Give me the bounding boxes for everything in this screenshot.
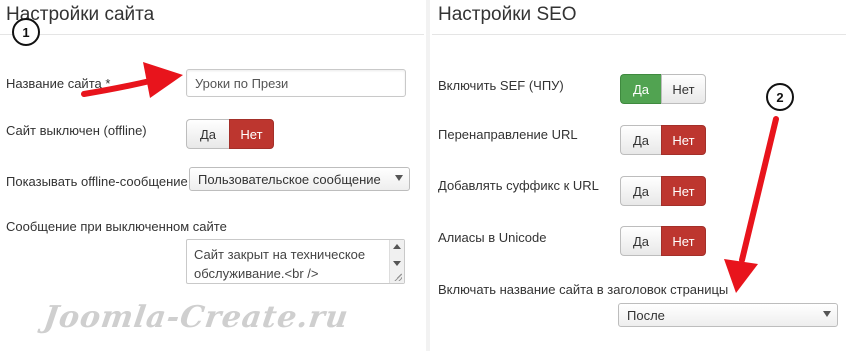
watermark-logo: Joomla-Create.ru — [41, 300, 351, 335]
sef-yes-button[interactable]: Да — [620, 74, 661, 104]
url-rewrite-label: Перенаправление URL — [438, 127, 578, 142]
unicode-aliases-yes-button[interactable]: Да — [620, 226, 661, 256]
seo-settings-panel: Настройки SEO Включить SEF (ЧПУ) Да Нет … — [432, 0, 846, 351]
sef-no-button[interactable]: Нет — [661, 74, 706, 104]
url-rewrite-toggle: Да Нет — [620, 125, 706, 155]
unicode-aliases-toggle: Да Нет — [620, 226, 706, 256]
url-suffix-toggle: Да Нет — [620, 176, 706, 206]
show-offline-message-label: Показывать offline-сообщение — [6, 174, 188, 189]
offline-label: Сайт выключен (offline) — [6, 123, 147, 138]
url-suffix-no-button[interactable]: Нет — [661, 176, 706, 206]
show-offline-message-select[interactable]: Пользовательское сообщение — [189, 167, 410, 191]
offline-message-line-1: Сайт закрыт на техническое — [194, 247, 366, 262]
offline-no-button[interactable]: Нет — [229, 119, 274, 149]
unicode-aliases-label: Алиасы в Unicode — [438, 230, 547, 245]
offline-message-textarea[interactable]: Сайт закрыт на техническое обслуживание.… — [186, 239, 405, 284]
panel-divider — [426, 0, 430, 351]
seo-settings-title: Настройки SEO — [438, 4, 577, 25]
url-suffix-yes-button[interactable]: Да — [620, 176, 661, 206]
title-divider — [0, 34, 424, 35]
offline-toggle: Да Нет — [186, 119, 274, 149]
sef-label: Включить SEF (ЧПУ) — [438, 78, 564, 93]
unicode-aliases-no-button[interactable]: Нет — [661, 226, 706, 256]
callout-1-badge: 1 — [12, 18, 40, 46]
offline-yes-button[interactable]: Да — [186, 119, 229, 149]
url-suffix-label: Добавлять суффикс к URL — [438, 178, 599, 193]
sef-toggle: Да Нет — [620, 74, 706, 104]
callout-2-badge: 2 — [766, 83, 794, 111]
offline-message-label: Сообщение при выключенном сайте — [6, 219, 227, 234]
offline-message-line-2: обслуживание.<br /> — [194, 266, 319, 281]
site-name-input[interactable] — [186, 69, 406, 97]
sitename-pagetitle-select[interactable]: После — [618, 303, 838, 327]
show-offline-message-value: Пользовательское сообщение — [198, 171, 381, 187]
scroll-up-icon[interactable] — [393, 244, 401, 249]
site-settings-panel: Настройки сайта Название сайта * Сайт вы… — [0, 0, 424, 351]
sitename-pagetitle-value: После — [627, 307, 665, 323]
scroll-down-icon[interactable] — [393, 261, 401, 266]
sitename-pagetitle-label: Включать название сайта в заголовок стра… — [438, 282, 729, 297]
url-rewrite-no-button[interactable]: Нет — [661, 125, 706, 155]
chevron-down-icon — [395, 175, 403, 181]
site-name-label: Название сайта * — [6, 76, 111, 91]
title-divider — [432, 34, 846, 35]
resize-handle-icon[interactable] — [394, 273, 402, 281]
url-rewrite-yes-button[interactable]: Да — [620, 125, 661, 155]
chevron-down-icon — [823, 311, 831, 317]
